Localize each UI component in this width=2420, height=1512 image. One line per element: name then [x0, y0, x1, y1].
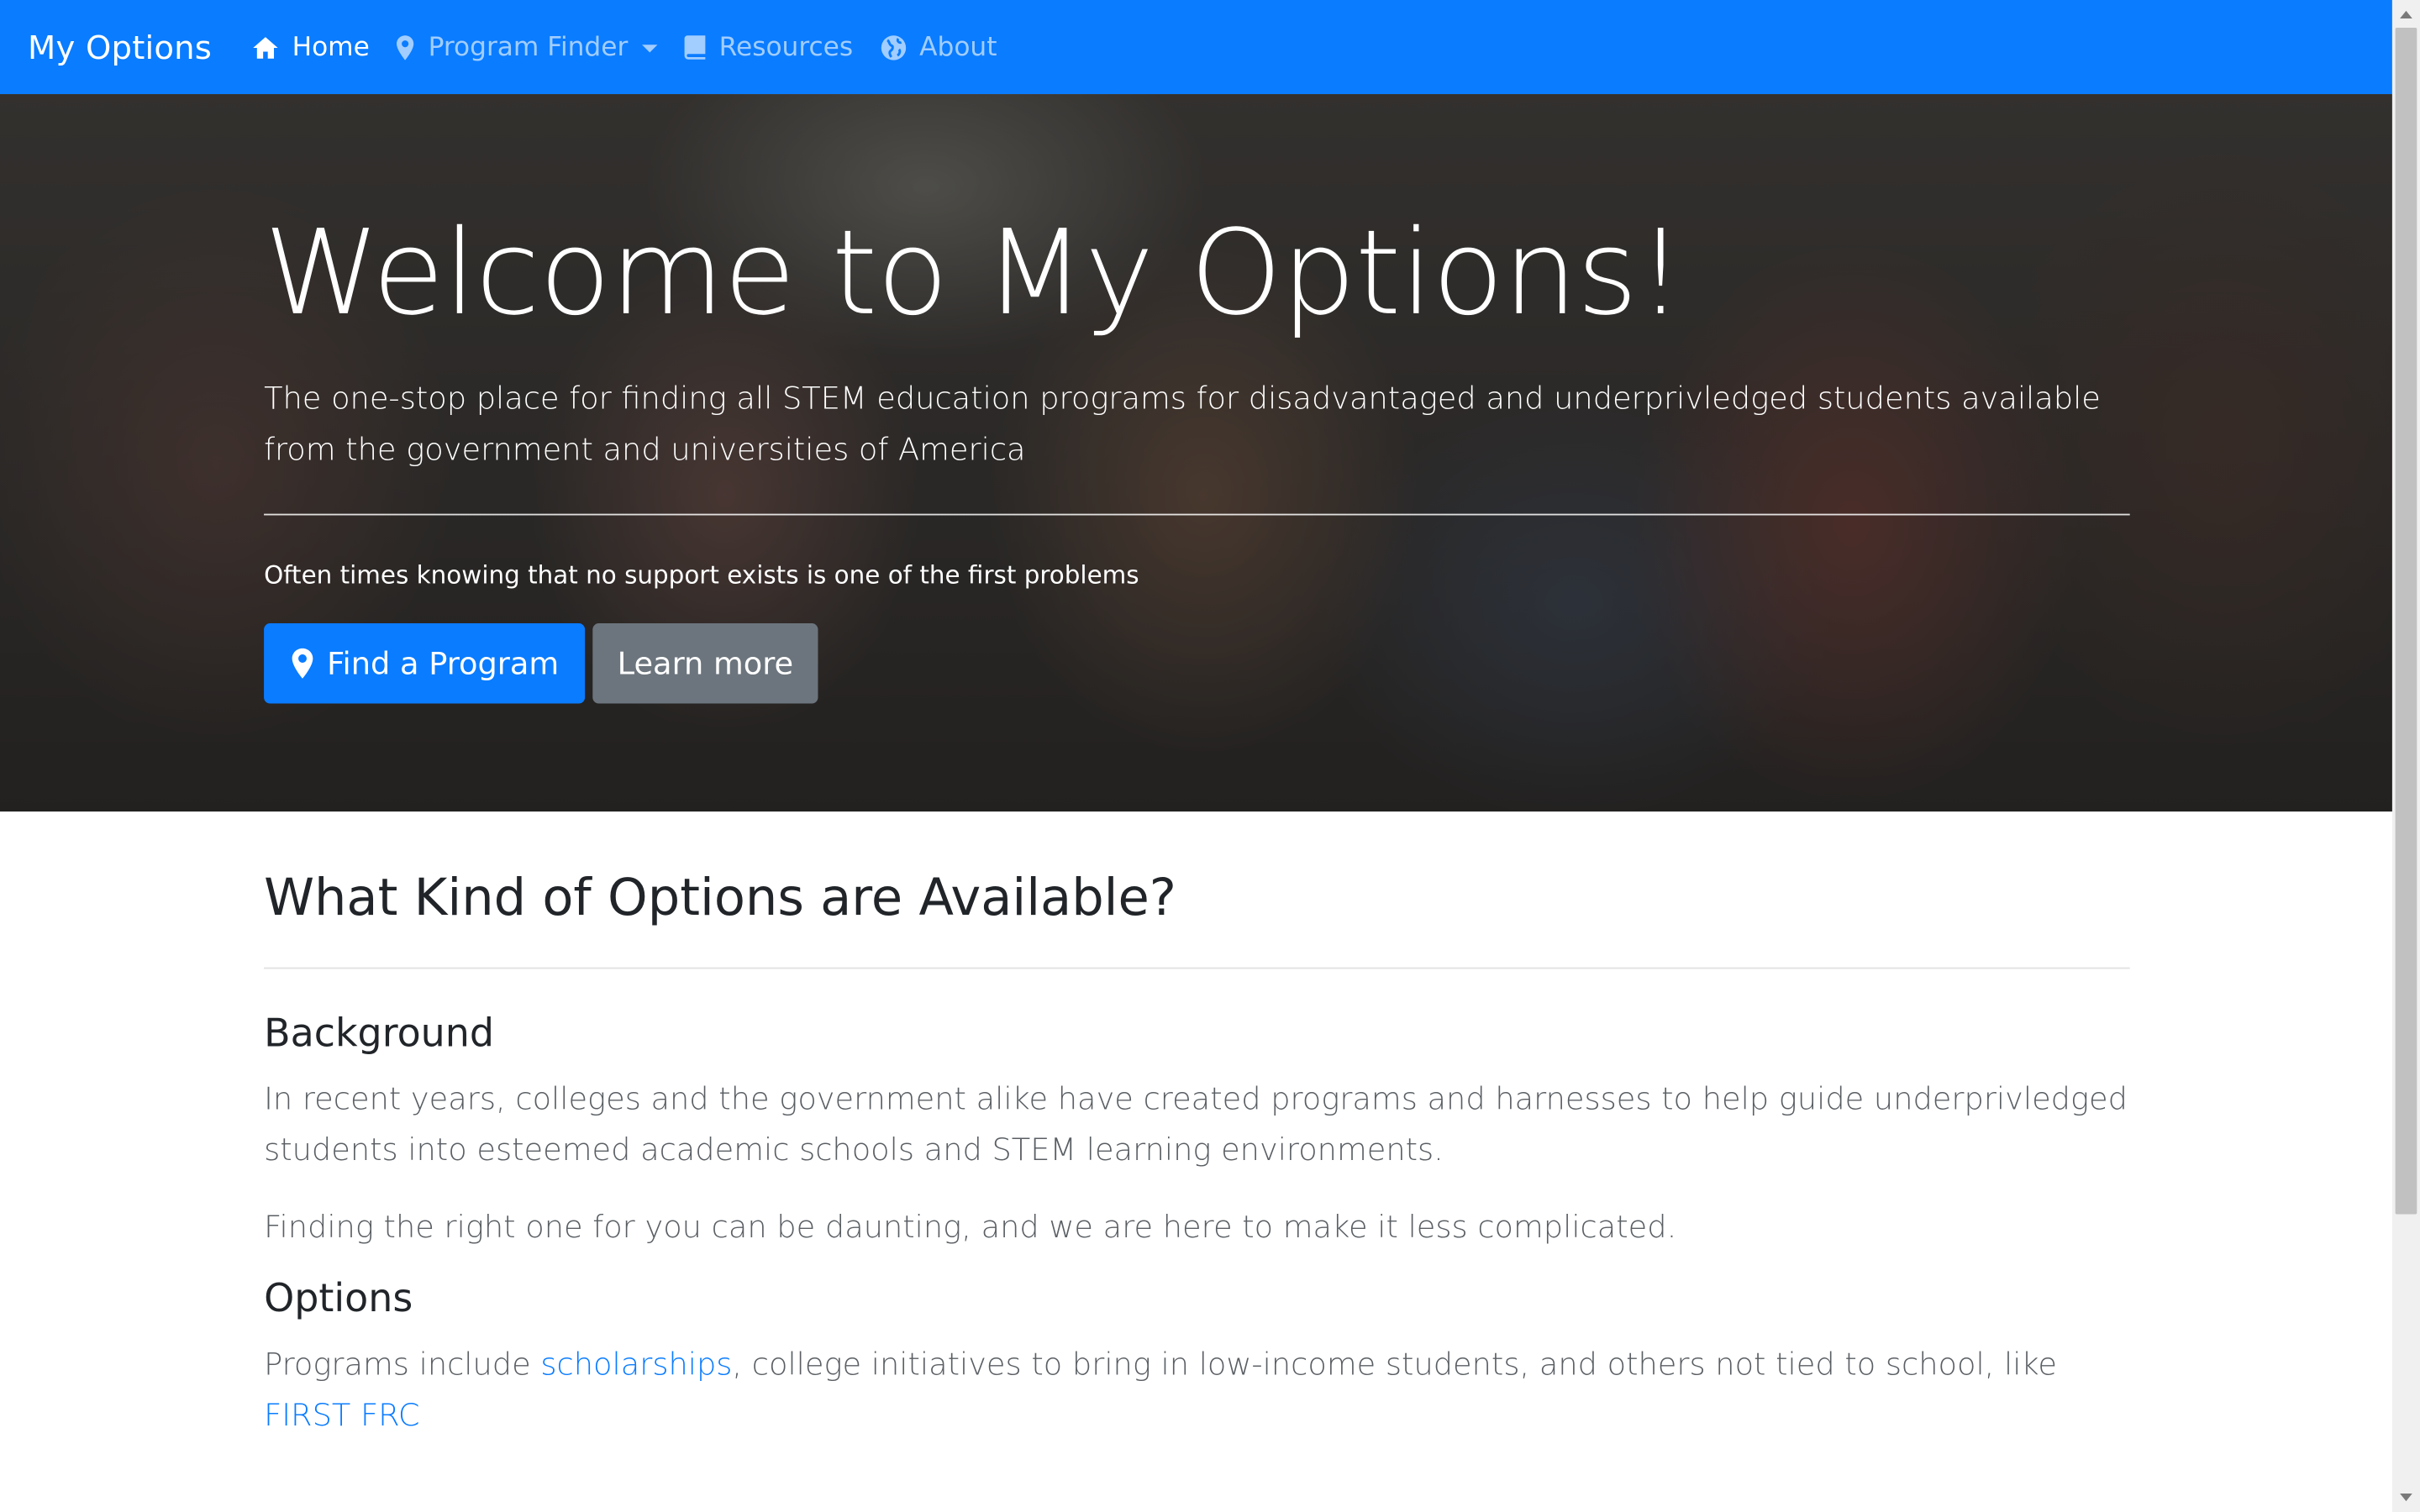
- nav-item-home[interactable]: Home: [252, 31, 370, 63]
- find-a-program-button[interactable]: Find a Program: [264, 623, 586, 704]
- browser-viewport: My Options Home Program Finder Resources: [0, 0, 2420, 1512]
- background-heading: Background: [264, 1011, 495, 1056]
- scroll-up-arrow-icon[interactable]: [2400, 10, 2412, 19]
- scrollbar-thumb[interactable]: [2395, 28, 2417, 1215]
- nav-item-about[interactable]: About: [879, 31, 997, 63]
- map-marker-icon: [292, 648, 313, 679]
- map-marker-icon: [397, 34, 415, 60]
- options-heading: Options: [264, 1275, 413, 1321]
- scroll-down-arrow-icon[interactable]: [2400, 1493, 2412, 1502]
- top-navbar: My Options Home Program Finder Resources: [0, 0, 2392, 95]
- page: My Options Home Program Finder Resources: [0, 0, 2420, 1512]
- nav-item-label: Resources: [718, 31, 854, 63]
- hero-note-text: Often times knowing that no support exis…: [264, 559, 1139, 590]
- hero-title: Welcome to My Options!: [264, 203, 1684, 341]
- hero-divider: [264, 513, 2130, 516]
- options-paragraph: Programs include scholarships, college i…: [264, 1339, 2130, 1441]
- first-frc-link[interactable]: FIRST FRC: [264, 1396, 419, 1433]
- nav-item-program-finder[interactable]: Program Finder: [396, 31, 658, 63]
- page-scrollbar[interactable]: [2391, 0, 2420, 1512]
- hero-jumbotron: Welcome to My Options! The one-stop plac…: [0, 94, 2392, 812]
- book-icon: [684, 35, 706, 60]
- find-a-program-label: Find a Program: [327, 644, 560, 682]
- nav-item-label: Home: [292, 31, 370, 63]
- section-divider: [264, 967, 2130, 969]
- home-icon: [253, 36, 279, 58]
- nav-item-label: About: [919, 31, 997, 63]
- globe-icon: [881, 34, 906, 60]
- brand-link[interactable]: My Options: [28, 29, 212, 66]
- scholarships-link[interactable]: scholarships: [540, 1346, 732, 1383]
- options-text-prefix: Programs include: [264, 1345, 541, 1383]
- hero-lead-text: The one-stop place for finding all STEM …: [264, 379, 2101, 468]
- section-title: What Kind of Options are Available?: [264, 867, 1176, 927]
- nav-item-resources[interactable]: Resources: [683, 31, 854, 63]
- background-paragraph-1: In recent years, colleges and the govern…: [264, 1079, 2128, 1168]
- nav-item-label: Program Finder: [428, 31, 629, 63]
- options-text-middle: , college initiatives to bring in low-in…: [732, 1345, 2057, 1383]
- learn-more-button[interactable]: Learn more: [592, 623, 818, 704]
- background-paragraph-2: Finding the right one for you can be dau…: [264, 1208, 1677, 1246]
- chevron-down-icon: [641, 45, 658, 53]
